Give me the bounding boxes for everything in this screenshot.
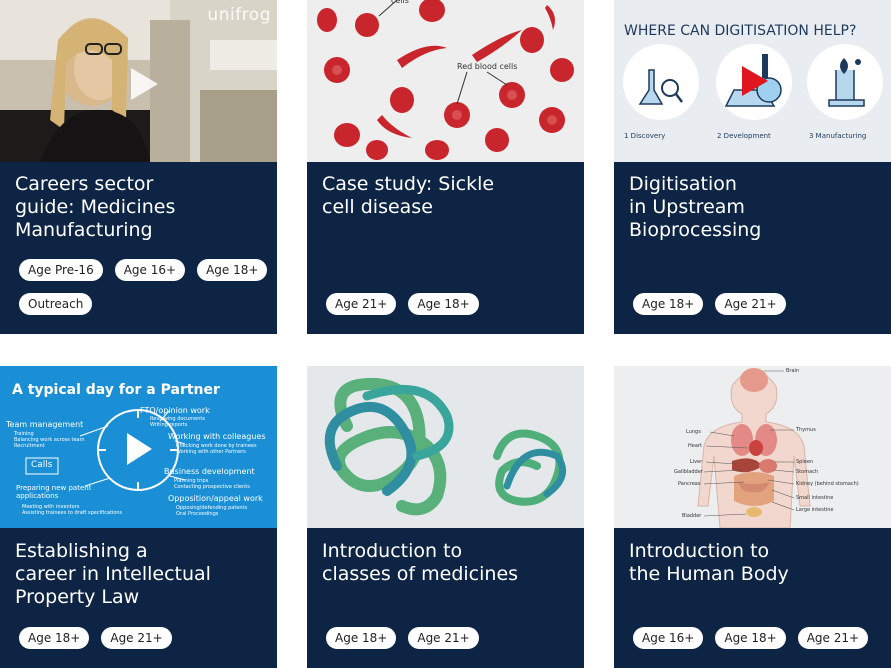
anatomy-label: Bladder xyxy=(682,513,702,519)
age-tag[interactable]: Age 18+ xyxy=(715,627,786,649)
play-icon[interactable] xyxy=(740,64,770,98)
red-blood-cells-illustration xyxy=(307,0,584,162)
video-thumbnail[interactable]: WHERE CAN DIGITISATION HELP? 1 Discovery… xyxy=(614,0,891,162)
video-thumbnail[interactable]: Lungs Heart Liver Gallbladder Pancreas B… xyxy=(614,366,891,528)
title-line: in Upstream xyxy=(629,196,745,218)
diagram-item: Oral Proceedings xyxy=(176,511,219,517)
diagram-item: Contacting prospective clients xyxy=(174,484,250,490)
title-line: guide: Medicines xyxy=(15,196,176,218)
card-title: Establishing a career in Intellectual Pr… xyxy=(15,540,265,609)
tag-list: Age 18+ Age 21+ xyxy=(633,293,883,315)
title-line: Digitisation xyxy=(629,173,737,195)
red-blood-cells-label: Red blood cells xyxy=(457,62,518,71)
age-tag[interactable]: Age 18+ xyxy=(408,293,479,315)
anatomy-label: Heart xyxy=(688,443,702,449)
anatomy-label: Large intestine xyxy=(796,507,834,513)
age-tag[interactable]: Age 18+ xyxy=(633,293,704,315)
age-tag[interactable]: Age 16+ xyxy=(633,627,704,649)
diagram-item: Writing reports xyxy=(150,422,188,428)
fto-label: FTO/opinion work xyxy=(140,406,210,415)
anatomy-label: Spleen xyxy=(796,459,814,465)
age-tag[interactable]: Age 16+ xyxy=(114,259,186,281)
thumb-heading: A typical day for a Partner xyxy=(12,382,220,398)
age-tag[interactable]: Age 21+ xyxy=(797,627,869,649)
title-line: Introduction to xyxy=(322,540,463,562)
tag-list: Age 18+ Age 21+ xyxy=(19,627,269,649)
protein-ribbon-illustration xyxy=(307,366,584,528)
title-line: Case study: Sickle xyxy=(322,173,495,195)
anatomy-label: Gallbladder xyxy=(674,469,703,475)
anatomy-label: Thymus xyxy=(796,427,816,433)
video-card-digitisation[interactable]: WHERE CAN DIGITISATION HELP? 1 Discovery… xyxy=(614,0,891,334)
video-thumbnail[interactable]: unifrog xyxy=(0,0,277,162)
human-anatomy-illustration xyxy=(614,366,891,528)
anatomy-label: Lungs xyxy=(686,429,701,435)
team-management-label: Team management xyxy=(6,420,84,429)
step-label: 1 Discovery xyxy=(624,132,666,140)
age-tag[interactable]: Age 18+ xyxy=(19,627,90,649)
diagram-item: Working with other Partners xyxy=(176,449,246,455)
title-line: cell disease xyxy=(322,196,433,218)
step-label: 2 Development xyxy=(717,132,771,140)
cells-label: cells xyxy=(391,0,409,5)
age-tag[interactable]: Age 21+ xyxy=(408,627,479,649)
title-line: Bioprocessing xyxy=(629,219,762,241)
tag-list: Age 18+ Age 21+ xyxy=(326,627,576,649)
age-tag[interactable]: Age 21+ xyxy=(101,627,172,649)
title-line: Property Law xyxy=(15,586,140,608)
age-tag[interactable]: Age 21+ xyxy=(715,293,786,315)
age-tag[interactable]: Age 21+ xyxy=(326,293,397,315)
outreach-tag[interactable]: Outreach xyxy=(19,293,93,315)
video-card-sickle-cell[interactable]: cells Red blood cells Case study: Sickle… xyxy=(307,0,584,334)
video-card-human-body[interactable]: Lungs Heart Liver Gallbladder Pancreas B… xyxy=(614,366,891,668)
diagram-item: Assisting trainees to draft specificatio… xyxy=(22,510,123,516)
thumb-heading: WHERE CAN DIGITISATION HELP? xyxy=(624,23,857,39)
anatomy-label: Small intestine xyxy=(796,495,834,501)
title-line: classes of medicines xyxy=(322,563,519,585)
tag-list: Age 16+ Age 18+ Age 21+ xyxy=(633,627,883,649)
age-tag[interactable]: Age 18+ xyxy=(326,627,397,649)
title-line: Careers sector xyxy=(15,173,154,195)
video-thumbnail[interactable] xyxy=(307,366,584,528)
age-tag[interactable]: Age 18+ xyxy=(197,259,268,281)
tag-list: Age Pre-16 Age 16+ Age 18+ Outreach xyxy=(19,259,269,315)
diagram-item: Recruitment xyxy=(14,443,45,449)
business-label: Business development xyxy=(164,467,255,476)
preparing-label: Preparing new patent applications xyxy=(16,484,92,500)
video-thumbnail[interactable]: cells Red blood cells xyxy=(307,0,584,162)
unifrog-logo: unifrog xyxy=(207,5,271,25)
card-title: Introduction to classes of medicines xyxy=(322,540,572,586)
video-thumbnail[interactable]: A typical day for a Partner Team managem… xyxy=(0,366,277,528)
age-tag[interactable]: Age Pre-16 xyxy=(19,259,103,281)
video-card-classes-of-medicines[interactable]: Introduction to classes of medicines Age… xyxy=(307,366,584,668)
calls-label: Calls xyxy=(31,460,53,470)
title-line: Establishing a xyxy=(15,540,148,562)
card-title: Introduction to the Human Body xyxy=(629,540,879,586)
anatomy-label: Liver xyxy=(690,459,703,465)
play-icon[interactable] xyxy=(124,431,154,467)
video-card-medicines-manufacturing[interactable]: unifrog Careers sector guide: Medicines … xyxy=(0,0,277,334)
card-title: Digitisation in Upstream Bioprocessing xyxy=(629,173,879,242)
play-icon[interactable] xyxy=(128,66,160,102)
opposition-label: Opposition/appeal work xyxy=(168,494,263,503)
colleagues-label: Working with colleagues xyxy=(168,432,266,441)
anatomy-label: Kidney (behind stomach) xyxy=(796,481,859,487)
title-line: Introduction to xyxy=(629,540,770,562)
card-title: Careers sector guide: Medicines Manufact… xyxy=(15,173,265,242)
anatomy-label: Brain xyxy=(786,368,800,374)
card-title: Case study: Sickle cell disease xyxy=(322,173,572,219)
anatomy-label: Pancreas xyxy=(678,481,701,487)
title-line: career in Intellectual xyxy=(15,563,211,585)
title-line: the Human Body xyxy=(629,563,789,585)
title-line: Manufacturing xyxy=(15,219,153,241)
anatomy-label: Stomach xyxy=(796,469,819,475)
step-label: 3 Manufacturing xyxy=(809,132,867,140)
tag-list: Age 21+ Age 18+ xyxy=(326,293,576,315)
video-card-intellectual-property[interactable]: A typical day for a Partner Team managem… xyxy=(0,366,277,668)
